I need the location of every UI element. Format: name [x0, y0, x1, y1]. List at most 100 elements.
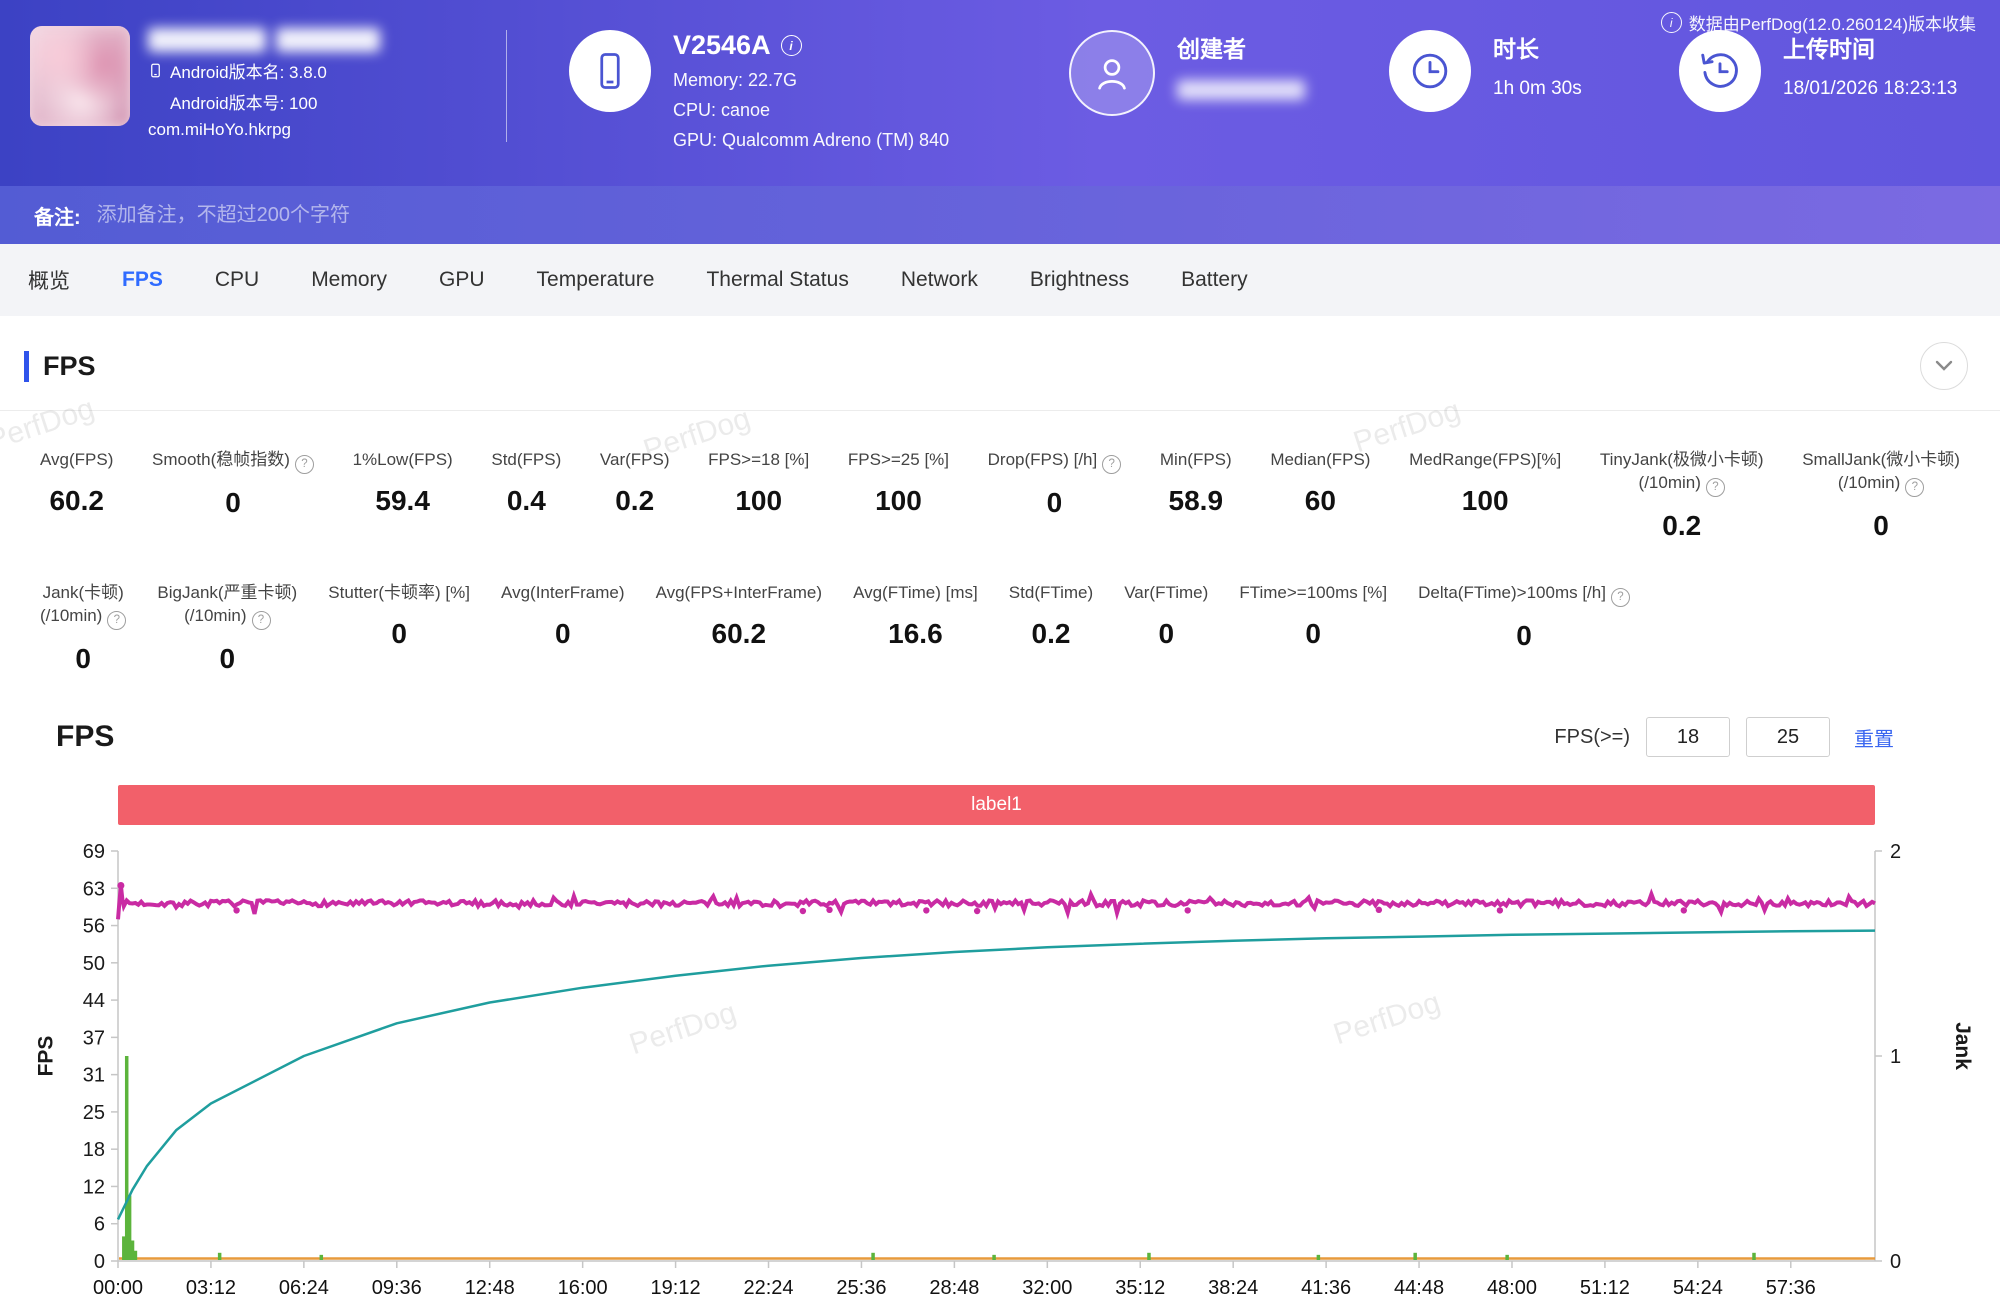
svg-text:63: 63 — [83, 879, 105, 901]
tab-bar: 概览 FPS CPU Memory GPU Temperature Thermal Stat… — [0, 244, 2000, 316]
svg-text:12: 12 — [83, 1177, 105, 1199]
creator-icon — [1069, 30, 1155, 116]
svg-text:48:00: 48:00 — [1487, 1277, 1537, 1299]
svg-text:31: 31 — [83, 1065, 105, 1087]
device-cpu: CPU: canoe — [673, 100, 949, 121]
tab-temperature[interactable]: Temperature — [537, 268, 655, 292]
svg-text:12:48: 12:48 — [465, 1277, 515, 1299]
svg-text:16:00: 16:00 — [558, 1277, 608, 1299]
metric: Avg(FTime) [ms]16.6 — [853, 582, 978, 675]
remark-input[interactable] — [95, 203, 739, 228]
chart-label-text: label1 — [971, 794, 1022, 816]
svg-text:25: 25 — [83, 1102, 105, 1124]
svg-text:0: 0 — [94, 1251, 105, 1273]
tab-network[interactable]: Network — [901, 268, 978, 292]
metric: Stutter(卡顿率) [%]0 — [328, 582, 470, 675]
metric-info-icon[interactable]: ? — [1611, 588, 1630, 607]
svg-text:56: 56 — [83, 916, 105, 938]
metric: Smooth(稳帧指数)?0 — [152, 449, 314, 542]
metric-info-icon[interactable]: ? — [1905, 478, 1924, 497]
header-divider — [506, 30, 507, 142]
chart-controls: FPS FPS(>=) 重置 — [0, 675, 2000, 757]
metrics-row-1: Avg(FPS)60.2Smooth(稳帧指数)?01%Low(FPS)59.4… — [0, 449, 2000, 542]
upload-label: 上传时间 — [1783, 30, 1957, 64]
metric-value: 0 — [555, 618, 571, 650]
svg-text:44:48: 44:48 — [1394, 1277, 1444, 1299]
collapse-section-button[interactable] — [1920, 342, 1968, 390]
device-model: V2546A — [673, 30, 771, 61]
svg-text:25:36: 25:36 — [836, 1277, 886, 1299]
metric: Avg(FPS+InterFrame)60.2 — [656, 582, 822, 675]
tab-gpu[interactable]: GPU — [439, 268, 485, 292]
chevron-down-icon — [1935, 360, 1953, 372]
metric: Var(FPS)0.2 — [600, 449, 670, 542]
metric-value: 16.6 — [888, 618, 943, 650]
tab-battery[interactable]: Battery — [1181, 268, 1248, 292]
metric-value: 0 — [1305, 618, 1321, 650]
creator-label: 创建者 — [1177, 30, 1305, 64]
metric-value: 0.2 — [1032, 618, 1071, 650]
svg-text:00:00: 00:00 — [93, 1277, 143, 1299]
fps-threshold-high-input[interactable] — [1746, 717, 1830, 757]
device-info-icon[interactable]: i — [781, 35, 802, 56]
metric-value: 58.9 — [1169, 485, 1224, 517]
metric-value: 0 — [1158, 618, 1174, 650]
duration-block: 时长 1h 0m 30s — [1389, 0, 1639, 112]
duration-label: 时长 — [1493, 30, 1582, 64]
svg-text:06:24: 06:24 — [279, 1277, 329, 1299]
metric-value: 0 — [1873, 510, 1889, 542]
duration-value: 1h 0m 30s — [1493, 78, 1582, 100]
history-icon — [1679, 30, 1761, 112]
android-version-code: Android版本号: 100 — [148, 89, 380, 114]
svg-text:28:48: 28:48 — [929, 1277, 979, 1299]
tab-memory[interactable]: Memory — [311, 268, 387, 292]
collect-version-note: i 数据由PerfDog(12.0.260124)版本收集 — [1661, 10, 1976, 35]
metric-value: 100 — [735, 485, 782, 517]
reset-link[interactable]: 重置 — [1854, 723, 1894, 752]
metric-value: 100 — [1462, 485, 1509, 517]
metric-info-icon[interactable]: ? — [1102, 455, 1121, 474]
tab-thermal-status[interactable]: Thermal Status — [706, 268, 848, 292]
svg-text:44: 44 — [83, 990, 105, 1012]
svg-text:6: 6 — [94, 1214, 105, 1236]
metric-value: 0 — [1047, 487, 1063, 519]
tab-brightness[interactable]: Brightness — [1030, 268, 1129, 292]
svg-text:35:12: 35:12 — [1115, 1277, 1165, 1299]
right-axis-title: Jank — [1950, 1022, 1974, 1070]
tab-cpu[interactable]: CPU — [215, 268, 259, 292]
metric-value: 0 — [220, 643, 236, 675]
creator-name-redacted — [1177, 80, 1305, 100]
metric: MedRange(FPS)[%]100 — [1409, 449, 1561, 542]
svg-text:03:12: 03:12 — [186, 1277, 236, 1299]
upload-value: 18/01/2026 18:23:13 — [1783, 78, 1957, 100]
header: i 数据由PerfDog(12.0.260124)版本收集 Android版本名… — [0, 0, 2000, 186]
metric-info-icon[interactable]: ? — [295, 455, 314, 474]
metric-value: 100 — [875, 485, 922, 517]
chart-label-bar: label1 — [118, 785, 1875, 825]
svg-text:1: 1 — [1890, 1046, 1901, 1068]
svg-text:57:36: 57:36 — [1766, 1277, 1816, 1299]
device-gpu: GPU: Qualcomm Adreno (TM) 840 — [673, 130, 949, 151]
fps-threshold-low-input[interactable] — [1646, 717, 1730, 757]
fps-section-title: FPS — [24, 351, 96, 382]
metric: FTime>=100ms [%]0 — [1239, 582, 1387, 675]
device-info-block: V2546A i Memory: 22.7G CPU: canoe GPU: Q… — [569, 0, 999, 151]
metric: Min(FPS)58.9 — [1160, 449, 1232, 542]
metric-info-icon[interactable]: ? — [252, 611, 271, 630]
metric-info-icon[interactable]: ? — [1706, 478, 1725, 497]
svg-text:54:24: 54:24 — [1673, 1277, 1723, 1299]
tab-fps[interactable]: FPS — [122, 268, 163, 292]
collect-version-text: 数据由PerfDog(12.0.260124)版本收集 — [1689, 10, 1976, 35]
metric-value: 0.2 — [615, 485, 654, 517]
app-name-redacted — [148, 28, 380, 52]
app-package: com.miHoYo.hkrpg — [148, 120, 380, 140]
tab-概览[interactable]: 概览 — [28, 265, 70, 295]
svg-text:37: 37 — [83, 1028, 105, 1050]
metric: Var(FTime)0 — [1124, 582, 1208, 675]
metric: TinyJank(极微小卡顿)(/10min)?0.2 — [1600, 449, 1764, 542]
svg-text:38:24: 38:24 — [1208, 1277, 1258, 1299]
metric-info-icon[interactable]: ? — [107, 611, 126, 630]
metrics-row-2: Jank(卡顿)(/10min)?0BigJank(严重卡顿)(/10min)?… — [0, 582, 1630, 675]
device-memory: Memory: 22.7G — [673, 70, 949, 91]
metric-value: 0 — [1516, 620, 1532, 652]
